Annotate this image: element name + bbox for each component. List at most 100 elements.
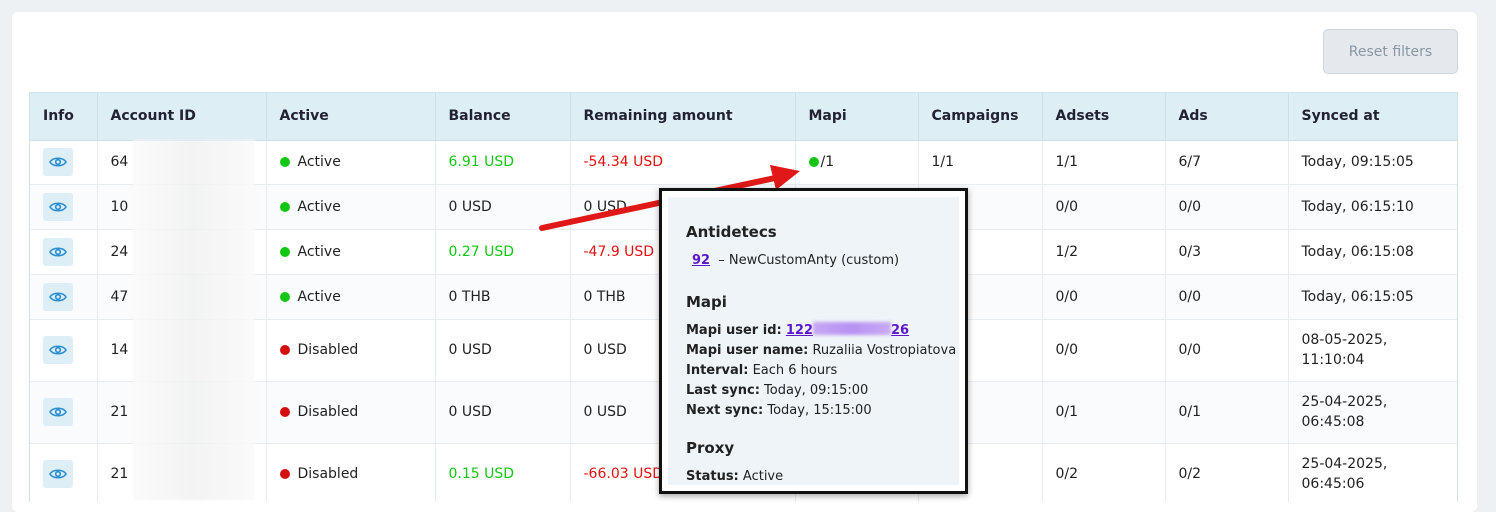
mapi-user-name-line: Mapi user name: Ruzaliia Vostropiatova	[686, 341, 959, 361]
account-id-prefix: 47	[110, 288, 129, 305]
interval-label: Interval:	[686, 363, 749, 378]
info-cell	[30, 229, 98, 275]
account-id-prefix: 24	[110, 243, 129, 260]
eye-icon	[49, 157, 67, 167]
header-ads[interactable]: Ads	[1165, 93, 1289, 141]
status-dot	[279, 246, 290, 257]
view-details-button[interactable]	[43, 148, 73, 176]
proxy-title: Proxy	[686, 439, 735, 457]
account-id-cell: 10	[97, 184, 267, 230]
balance-cell: 0 THB	[435, 274, 571, 320]
active-cell: Disabled	[266, 319, 436, 382]
mapi-user-name-label: Mapi user name:	[686, 343, 809, 358]
view-details-button[interactable]	[43, 460, 73, 488]
ads-cell: 6/7	[1165, 140, 1289, 185]
status-text: Active	[297, 198, 341, 215]
balance-cell: 0 USD	[435, 319, 571, 382]
proxy-status-value: Active	[742, 469, 784, 484]
antidetect-desc: – NewCustomAnty (custom)	[718, 253, 900, 268]
reset-filters-button[interactable]: Reset filters	[1323, 29, 1458, 74]
header-campaigns[interactable]: Campaigns	[918, 93, 1043, 141]
eye-icon	[49, 291, 67, 302]
synced-at-cell: 08-05-2025, 11:10:04	[1288, 319, 1457, 382]
info-cell	[30, 443, 98, 502]
account-id-cell: 14	[97, 319, 267, 382]
view-details-button[interactable]	[43, 282, 73, 311]
blurred-user-id	[813, 322, 891, 335]
info-cell	[30, 140, 98, 185]
status-dot	[279, 345, 290, 355]
active-cell: Active	[266, 274, 436, 320]
synced-date: Today, 06:15:10	[1301, 198, 1414, 215]
campaigns-cell: 1/1	[918, 140, 1043, 185]
synced-date: Today, 06:15:05	[1301, 288, 1414, 305]
ads-cell: 0/3	[1165, 229, 1289, 275]
header-adsets[interactable]: Adsets	[1042, 93, 1166, 141]
view-details-button[interactable]	[43, 192, 73, 221]
view-details-button[interactable]	[43, 237, 73, 266]
mapi-status-dot[interactable]	[808, 157, 819, 167]
status-dot	[279, 407, 290, 417]
status-dot	[279, 201, 290, 212]
status-dot	[279, 157, 290, 167]
eye-icon	[49, 246, 67, 257]
active-cell: Active	[266, 229, 436, 275]
view-details-button[interactable]	[43, 398, 73, 426]
status-text: Active	[297, 243, 341, 260]
account-id-cell: 64	[97, 140, 267, 185]
antidetect-line: 92 – NewCustomAnty (custom)	[686, 251, 959, 271]
account-id-cell: 47	[97, 274, 267, 320]
status-text: Active	[297, 154, 341, 170]
mapi-user-name: Ruzaliia Vostropiatova	[812, 343, 957, 358]
info-cell	[30, 319, 98, 382]
synced-time: 11:10:04	[1301, 352, 1365, 368]
active-cell: Disabled	[266, 381, 436, 444]
balance-cell: 0 USD	[435, 381, 571, 444]
info-cell	[30, 274, 98, 320]
header-account-id[interactable]: Account ID	[97, 93, 267, 141]
last-sync-value: Today, 09:15:00	[764, 383, 869, 398]
last-sync-line: Last sync: Today, 09:15:00	[686, 381, 959, 401]
adsets-cell: 0/0	[1042, 319, 1166, 382]
interval-value: Each 6 hours	[752, 363, 838, 378]
next-sync-line: Next sync: Today, 15:15:00	[686, 401, 959, 421]
header-balance[interactable]: Balance	[435, 93, 571, 141]
ads-cell: 0/1	[1165, 381, 1289, 444]
proxy-status-label: Status:	[686, 469, 739, 484]
header-active[interactable]: Active	[266, 93, 436, 141]
synced-at-cell: Today, 09:15:05	[1288, 140, 1457, 185]
balance-cell: 0.27 USD	[435, 229, 571, 275]
active-cell: Active	[266, 184, 436, 230]
next-sync-value: Today, 15:15:00	[767, 403, 872, 418]
mapi-title: Mapi	[686, 293, 727, 311]
info-cell	[30, 184, 98, 230]
synced-at-cell: Today, 06:15:08	[1288, 229, 1457, 275]
ads-cell: 0/2	[1165, 443, 1289, 502]
mapi-cell: /1	[795, 140, 919, 185]
remaining-cell: -54.34 USD	[570, 140, 796, 185]
active-cell: Active	[266, 140, 436, 185]
header-remaining-amount[interactable]: Remaining amount	[570, 93, 796, 141]
next-sync-label: Next sync:	[686, 403, 764, 418]
interval-line: Interval: Each 6 hours	[686, 361, 959, 381]
account-id-cell: 21	[97, 443, 267, 502]
antidetect-title: Antidetecs	[686, 223, 777, 241]
header-info[interactable]: Info	[30, 93, 98, 141]
eye-icon	[49, 345, 67, 355]
mapi-user-id-link[interactable]: 122 26	[786, 322, 909, 338]
antidetect-id-link[interactable]: 92	[692, 253, 710, 268]
adsets-cell: 0/0	[1042, 184, 1166, 230]
ads-cell: 0/0	[1165, 274, 1289, 320]
synced-date: 25-04-2025,	[1301, 394, 1388, 410]
synced-at-cell: Today, 06:15:10	[1288, 184, 1457, 230]
ads-cell: 0/0	[1165, 319, 1289, 382]
proxy-status-line: Status: Active	[686, 467, 959, 487]
header-synced-at[interactable]: Synced at	[1288, 93, 1457, 141]
synced-at-cell: 25-04-2025, 06:45:08	[1288, 381, 1457, 444]
view-details-button[interactable]	[43, 336, 73, 364]
adsets-cell: 1/1	[1042, 140, 1166, 185]
synced-at-cell: Today, 06:15:05	[1288, 274, 1457, 320]
header-mapi[interactable]: Mapi	[795, 93, 919, 141]
balance-cell: 6.91 USD	[435, 140, 571, 185]
account-id-prefix: 64	[110, 154, 129, 170]
